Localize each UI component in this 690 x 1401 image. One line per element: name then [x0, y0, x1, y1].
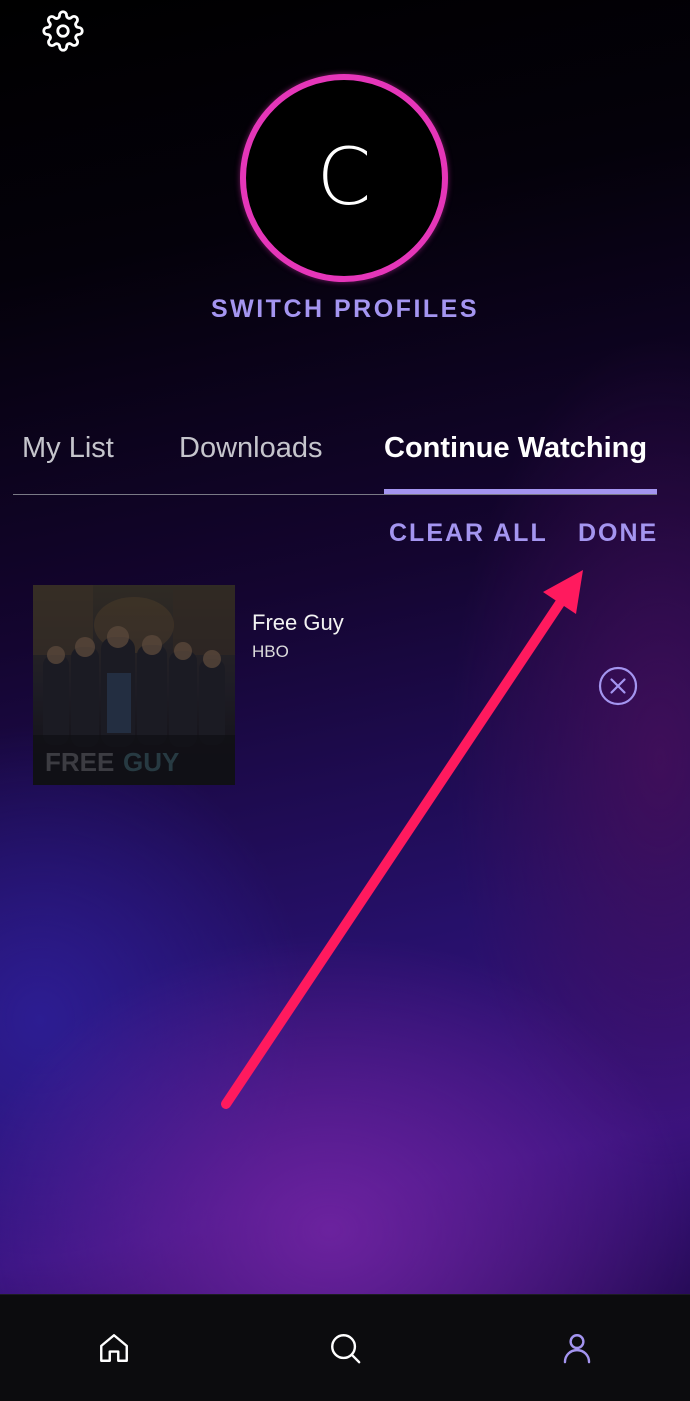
movie-network: HBO [252, 642, 289, 661]
switch-profiles-link[interactable]: SWITCH PROFILES [0, 295, 690, 324]
nav-home-button[interactable] [97, 1331, 131, 1365]
nav-profile-button[interactable] [560, 1331, 594, 1365]
movie-thumbnail[interactable]: FREE GUY [33, 585, 235, 785]
nav-search-button[interactable] [328, 1331, 362, 1365]
tab-downloads[interactable]: Downloads [179, 432, 322, 465]
done-button[interactable]: DONE [578, 519, 658, 548]
remove-item-button[interactable] [598, 666, 638, 706]
profile-avatar[interactable]: C [240, 74, 448, 282]
tab-continue-watching[interactable]: Continue Watching [384, 432, 647, 465]
movie-poster-image: FREE GUY [33, 585, 235, 785]
search-icon [331, 1334, 361, 1364]
close-circle-icon [598, 666, 638, 706]
clear-all-button[interactable]: CLEAR ALL [389, 519, 548, 548]
profile-initial: C [316, 133, 372, 223]
active-tab-indicator [384, 489, 657, 494]
movie-title[interactable]: Free Guy [252, 610, 344, 636]
settings-button[interactable] [42, 10, 84, 52]
tab-divider [13, 494, 657, 495]
bottom-navigation [0, 1294, 690, 1401]
gear-icon [42, 10, 84, 52]
profile-icon [563, 1334, 591, 1364]
home-icon [100, 1334, 128, 1362]
tab-my-list[interactable]: My List [22, 432, 114, 465]
